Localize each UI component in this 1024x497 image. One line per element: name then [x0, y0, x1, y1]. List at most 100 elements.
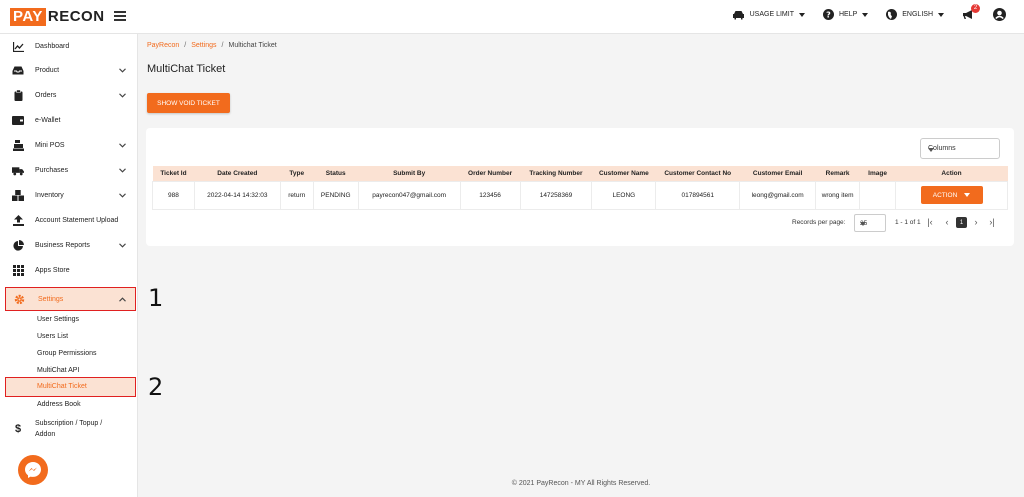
sidebar-item-label: Subscription / Topup / Addon — [35, 418, 102, 440]
column-header[interactable]: Status — [313, 166, 358, 181]
chevron-down-icon — [119, 168, 126, 173]
column-header[interactable]: Date Created — [194, 166, 280, 181]
action-button-label: ACTION — [932, 191, 958, 199]
column-header[interactable]: Type — [280, 166, 313, 181]
sidebar-item-apps-store[interactable]: Apps Store — [0, 258, 138, 283]
sidebar-item-label: e-Wallet — [35, 117, 61, 124]
grid-icon — [12, 265, 24, 277]
sidebar-item-settings[interactable]: Settings — [5, 287, 136, 311]
sidebar-item-business-reports[interactable]: Business Reports — [0, 233, 138, 258]
breadcrumb-link-settings[interactable]: Settings — [191, 42, 216, 49]
sidebar-item-product[interactable]: Product — [0, 58, 138, 83]
action-dropdown-button[interactable]: ACTION — [920, 186, 983, 204]
sidebar-item-mini-pos[interactable]: Mini POS — [0, 133, 138, 158]
hamburger-menu-icon[interactable] — [114, 11, 126, 21]
logo-recon: RECON — [47, 8, 105, 25]
caret-down-icon — [860, 222, 866, 226]
sidebar-subitem-label: MultiChat Ticket — [37, 383, 87, 390]
sidebar-subitem-user-settings[interactable]: User Settings — [37, 316, 79, 323]
table-header-row: Ticket Id Date Created Type Status Submi… — [152, 166, 1008, 181]
pagination: Records per page: 25 1 - 1 of 1 |‹ ‹ 1 ›… — [146, 214, 1014, 232]
tickets-card: Columns Ticket Id Date Created Type Stat… — [146, 128, 1014, 246]
column-header[interactable]: Customer Name — [592, 166, 656, 181]
sidebar-item-label: Mini POS — [35, 142, 65, 149]
sidebar-item-subscription[interactable]: $ Subscription / Topup / Addon — [0, 414, 138, 444]
sidebar-item-dashboard[interactable]: Dashboard — [0, 34, 138, 59]
cell-customer-contact: 017894561 — [655, 180, 741, 210]
svg-text:?: ? — [826, 10, 831, 19]
sidebar-item-ewallet[interactable]: e-Wallet — [0, 108, 138, 133]
sidebar-item-label: Purchases — [35, 167, 69, 174]
tickets-table: Ticket Id Date Created Type Status Submi… — [152, 166, 1008, 210]
column-header[interactable]: Image — [860, 166, 896, 181]
language-menu[interactable]: ENGLISH — [886, 9, 944, 20]
records-per-page-select[interactable]: 25 — [854, 214, 886, 232]
sidebar-item-inventory[interactable]: Inventory — [0, 183, 138, 208]
globe-icon — [886, 9, 898, 20]
help-icon: ? — [822, 9, 834, 20]
sidebar-subitem-group-permissions[interactable]: Group Permissions — [37, 350, 97, 357]
sidebar-item-orders[interactable]: Orders — [0, 83, 138, 108]
column-header[interactable]: Order Number — [460, 166, 520, 181]
user-account-button[interactable] — [993, 8, 1006, 21]
help-menu[interactable]: ? HELP — [822, 9, 869, 20]
sidebar-item-label: Business Reports — [35, 242, 90, 249]
messenger-icon — [25, 462, 41, 478]
sidebar-subitem-users-list[interactable]: Users List — [37, 333, 68, 340]
chevron-down-icon — [119, 93, 126, 98]
messenger-chat-button[interactable] — [18, 455, 48, 485]
chart-line-icon — [12, 41, 24, 53]
sidebar-item-label: Inventory — [35, 192, 64, 199]
cell-submit-by: payrecon047@gmail.com — [357, 180, 461, 210]
chevron-down-icon — [119, 143, 126, 148]
column-header[interactable]: Customer Email — [740, 166, 816, 181]
column-header[interactable]: Ticket Id — [153, 166, 195, 181]
page-title: MultiChat Ticket — [147, 63, 226, 75]
next-page-icon[interactable]: › — [970, 216, 982, 228]
subscription-label-line1: Subscription / Topup / — [35, 420, 103, 427]
sidebar-item-label: Dashboard — [35, 43, 70, 50]
first-page-icon[interactable]: |‹ — [924, 216, 936, 228]
chevron-down-icon — [119, 193, 126, 198]
column-header[interactable]: Remark — [816, 166, 860, 181]
annotation-number-1: 1 — [148, 284, 164, 312]
caret-down-icon — [964, 193, 971, 197]
caret-down-icon — [862, 12, 869, 17]
pagination-range: 1 - 1 of 1 — [895, 219, 921, 226]
last-page-icon[interactable]: ›| — [986, 216, 998, 228]
column-header[interactable]: Submit By — [358, 166, 460, 181]
car-icon — [732, 10, 744, 19]
breadcrumb-separator: / — [221, 42, 224, 49]
truck-icon — [12, 165, 24, 177]
previous-page-icon[interactable]: ‹ — [941, 216, 953, 228]
cell-image — [859, 180, 897, 210]
breadcrumb-separator: / — [184, 42, 187, 49]
table-row: 988 2022-04-14 14:32:03 return PENDING p… — [152, 180, 1008, 210]
caret-down-icon — [798, 12, 805, 17]
columns-select[interactable]: Columns — [920, 138, 1000, 159]
sidebar-subitem-multichat-ticket[interactable]: MultiChat Ticket — [5, 377, 136, 397]
toolbar: USAGE LIMIT ? HELP ENGLISH 2 — [732, 4, 1006, 21]
annotation-number-2: 2 — [148, 373, 164, 401]
column-header[interactable]: Customer Contact No — [656, 166, 740, 181]
chevron-up-icon — [119, 296, 126, 302]
show-void-ticket-button[interactable]: SHOW VOID TICKET — [147, 93, 230, 113]
user-avatar-icon — [993, 8, 1006, 21]
cell-action: ACTION — [895, 180, 1008, 210]
sidebar-subitem-address-book[interactable]: Address Book — [37, 401, 81, 408]
column-header[interactable]: Tracking Number — [520, 166, 592, 181]
clipboard-icon — [12, 90, 24, 102]
sidebar-item-label: Settings — [38, 295, 64, 303]
sidebar-item-account-statement-upload[interactable]: Account Statement Upload — [0, 208, 138, 233]
logo[interactable]: PAY RECON — [10, 8, 105, 26]
sidebar-item-purchases[interactable]: Purchases — [0, 158, 138, 183]
breadcrumb-link-payrecon[interactable]: PayRecon — [147, 42, 179, 49]
boxes-icon — [12, 190, 24, 202]
page-number-button[interactable]: 1 — [956, 217, 967, 228]
announcement-button[interactable]: 2 — [962, 4, 980, 20]
sidebar-subitem-multichat-api[interactable]: MultiChat API — [37, 367, 79, 374]
dollar-icon: $ — [14, 423, 22, 435]
sidebar-item-label: Product — [35, 67, 60, 74]
usage-limit-menu[interactable]: USAGE LIMIT — [732, 10, 805, 20]
cell-tracking-number: 147258369 — [519, 180, 593, 210]
